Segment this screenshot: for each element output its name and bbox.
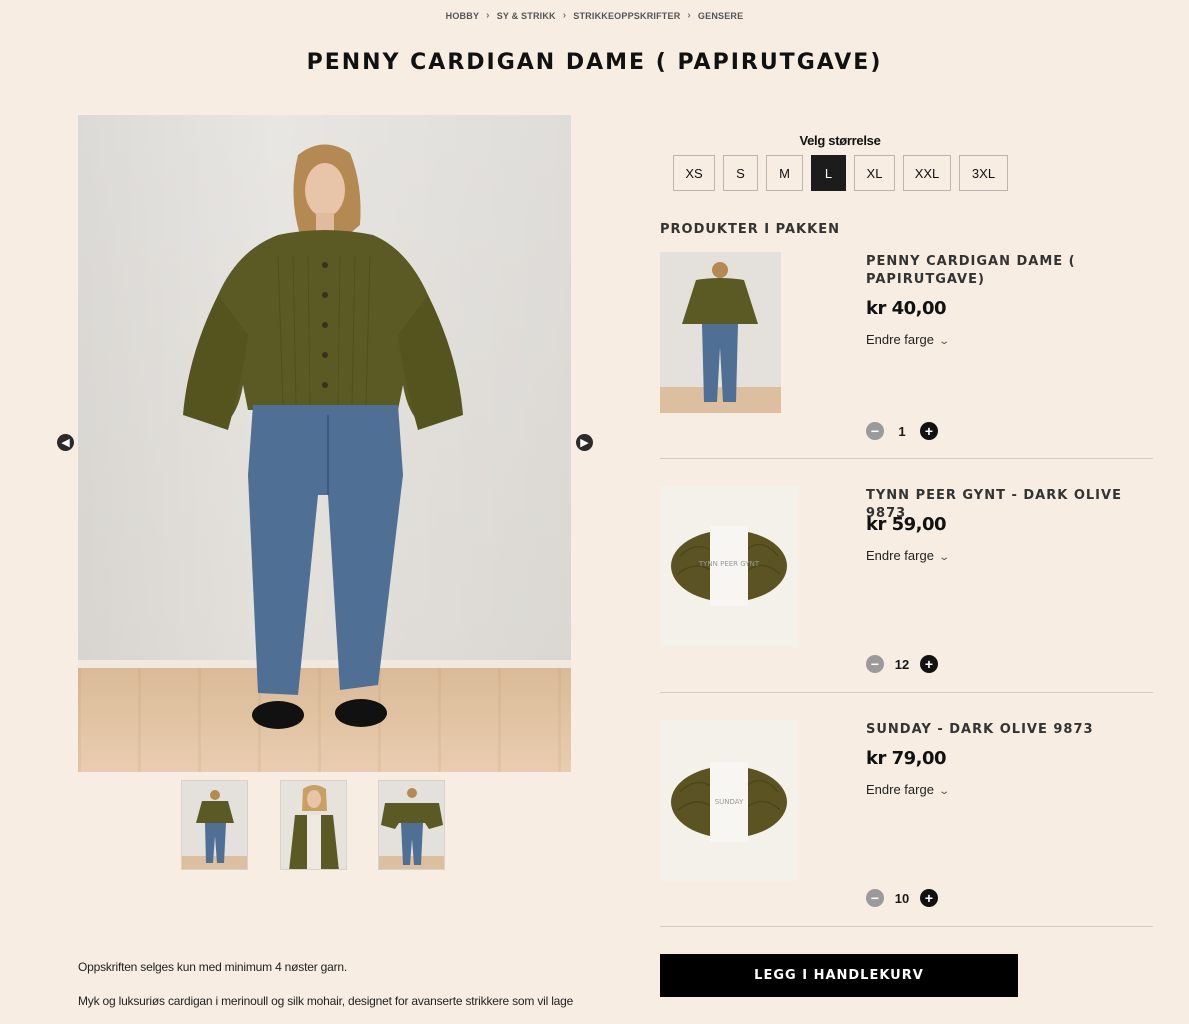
breadcrumb-separator-icon: › <box>562 10 567 21</box>
increase-quantity-button[interactable]: + <box>920 889 938 907</box>
decrease-quantity-button[interactable]: − <box>866 889 884 907</box>
thumbnail-1[interactable] <box>181 780 248 870</box>
breadcrumb-item-hobby[interactable]: HOBBY <box>446 11 480 21</box>
description-line-2: Myk og luksuriøs cardigan i merinoull og… <box>78 994 574 1008</box>
change-color-dropdown[interactable]: Endre farge ⌄ <box>866 782 951 797</box>
quantity-value: 10 <box>894 890 910 906</box>
package-item-price: kr 79,00 <box>866 748 947 769</box>
quantity-stepper: − 10 + <box>866 889 938 907</box>
decrease-quantity-button[interactable]: − <box>866 655 884 673</box>
quantity-stepper: − 12 + <box>866 655 938 673</box>
chevron-down-icon: ⌄ <box>938 335 951 347</box>
change-color-dropdown[interactable]: Endre farge ⌄ <box>866 332 951 347</box>
thumbnail-2[interactable] <box>280 780 347 870</box>
breadcrumb: HOBBY › SY & STRIKK › STRIKKEOPPSKRIFTER… <box>0 10 1189 21</box>
change-color-dropdown[interactable]: Endre farge ⌄ <box>866 548 951 563</box>
package-item-image[interactable]: SUNDAY <box>660 720 798 881</box>
pattern-image <box>660 252 781 413</box>
divider <box>660 458 1153 459</box>
package-heading: PRODUKTER I PAKKEN <box>660 222 840 237</box>
decrease-quantity-button[interactable]: − <box>866 422 884 440</box>
thumbnail-image <box>182 781 247 869</box>
package-item-yarn-tynn: TYNN PEER GYNT TYNN PEER GYNT - DARK OLI… <box>660 486 1153 686</box>
main-product-image[interactable] <box>78 115 571 772</box>
quantity-stepper: − 1 + <box>866 422 938 440</box>
page-title: PENNY CARDIGAN DAME ( PAPIRUTGAVE) <box>306 50 883 75</box>
thumbnail-image <box>281 781 346 869</box>
size-option-xl[interactable]: XL <box>854 155 895 191</box>
package-item-image[interactable] <box>660 252 781 413</box>
size-selector-label: Velg størrelse <box>799 133 881 148</box>
breadcrumb-item-gensere[interactable]: GENSERE <box>698 11 743 21</box>
gallery-next-button[interactable]: ▶ <box>576 434 593 451</box>
divider <box>660 692 1153 693</box>
description-line-1: Oppskriften selges kun med minimum 4 nøs… <box>78 960 347 974</box>
change-color-label: Endre farge <box>866 548 934 563</box>
breadcrumb-item-sy-strikk[interactable]: SY & STRIKK <box>497 11 556 21</box>
chevron-down-icon: ⌄ <box>938 785 951 797</box>
yarn-label-text: TYNN PEER GYNT <box>698 560 760 568</box>
size-option-xxl[interactable]: XXL <box>903 155 951 191</box>
breadcrumb-item-strikkeoppskrifter[interactable]: STRIKKEOPPSKRIFTER <box>573 11 680 21</box>
change-color-label: Endre farge <box>866 782 934 797</box>
change-color-label: Endre farge <box>866 332 934 347</box>
size-selector: XS S M L XL XXL 3XL <box>673 155 1008 191</box>
breadcrumb-separator-icon: › <box>687 10 691 21</box>
chevron-down-icon: ⌄ <box>938 551 951 563</box>
package-item-price: kr 59,00 <box>866 514 947 535</box>
increase-quantity-button[interactable]: + <box>920 422 938 440</box>
package-item-pattern: PENNY CARDIGAN DAME ( PAPIRUTGAVE) kr 40… <box>660 252 1153 452</box>
chevron-right-icon: ▶ <box>580 437 589 449</box>
size-option-3xl[interactable]: 3XL <box>959 155 1008 191</box>
size-option-m[interactable]: M <box>766 155 803 191</box>
package-item-yarn-sunday: SUNDAY SUNDAY - DARK OLIVE 9873 kr 79,00… <box>660 720 1153 920</box>
gallery-prev-button[interactable]: ◀ <box>57 434 74 451</box>
breadcrumb-separator-icon: › <box>486 10 490 21</box>
package-item-name[interactable]: PENNY CARDIGAN DAME ( PAPIRUTGAVE) <box>866 253 1156 289</box>
quantity-value: 12 <box>894 656 910 672</box>
yarn-label-text: SUNDAY <box>715 798 744 806</box>
package-item-name[interactable]: SUNDAY - DARK OLIVE 9873 <box>866 721 1156 739</box>
chevron-left-icon: ◀ <box>61 437 70 449</box>
quantity-value: 1 <box>898 423 906 439</box>
increase-quantity-button[interactable]: + <box>920 655 938 673</box>
thumbnail-image <box>379 781 444 869</box>
package-item-price: kr 40,00 <box>866 298 947 319</box>
model-illustration <box>183 144 463 729</box>
package-item-image[interactable]: TYNN PEER GYNT <box>660 486 798 647</box>
size-option-xs[interactable]: XS <box>673 155 715 191</box>
yarn-ball-image: SUNDAY <box>671 762 787 842</box>
size-option-l[interactable]: L <box>811 155 846 191</box>
size-option-s[interactable]: S <box>723 155 758 191</box>
add-to-cart-button[interactable]: LEGG I HANDLEKURV <box>660 954 1018 997</box>
divider <box>660 926 1153 927</box>
thumbnail-3[interactable] <box>378 780 445 870</box>
yarn-ball-image: TYNN PEER GYNT <box>671 526 787 606</box>
